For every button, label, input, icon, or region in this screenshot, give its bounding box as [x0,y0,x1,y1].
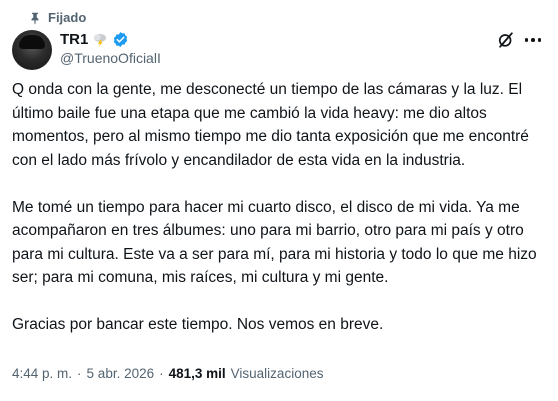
tweet-paragraph: Q onda con la gente, me desconecté un ti… [12,81,529,169]
tweet-paragraph: Gracias por bancar este tiempo. Nos vemo… [12,316,384,333]
tweet-date[interactable]: 5 abr. 2026 [87,366,155,381]
pin-icon [31,12,39,24]
author-name-row: TR1 [60,31,129,48]
cloud-lightning-icon [94,33,107,47]
tweet-metadata: 4:44 p. m. · 5 abr. 2026 · 481,3 mil Vis… [12,366,323,381]
tweet-paragraph: Me tomé un tiempo para hacer mi cuarto d… [12,198,537,287]
views-count: 481,3 mil [168,366,226,381]
meta-separator: · [77,366,82,381]
pinned-label: Fijado [48,10,87,25]
avatar[interactable] [12,30,52,70]
more-horizontal-icon[interactable] [522,30,544,50]
tweet-time[interactable]: 4:44 p. m. [12,366,72,381]
author-handle[interactable]: @TruenoOficialI [60,50,161,66]
pinned-indicator: Fijado [28,10,86,25]
meta-separator: · [159,366,164,381]
author-display-name[interactable]: TR1 [60,31,88,48]
tweet-body: Q onda con la gente, me desconecté un ti… [12,78,546,337]
grok-icon[interactable] [496,30,516,50]
verified-badge-icon [114,32,128,47]
views-label: Visualizaciones [230,366,324,381]
